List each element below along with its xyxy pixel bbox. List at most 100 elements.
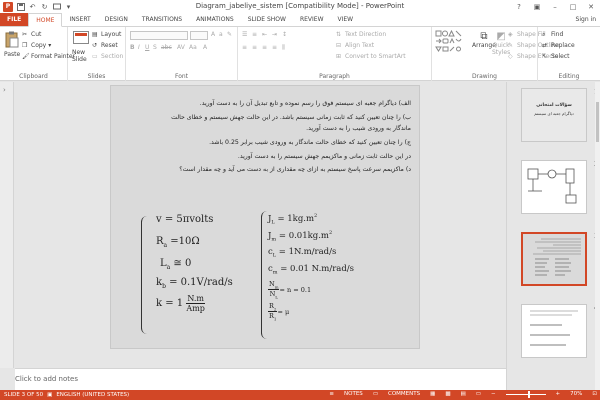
thumbnail-1-subtitle: دیاگرام جعبه ای سیستم <box>534 111 574 116</box>
powerpoint-logo-icon[interactable]: P <box>3 1 13 12</box>
align-right-icon[interactable]: ≡ <box>262 44 267 51</box>
font-name-box[interactable] <box>130 31 188 40</box>
font-group-label: Font <box>174 73 189 80</box>
effects-icon: ◇ <box>508 53 513 60</box>
change-case-icon[interactable]: Aa <box>189 44 197 51</box>
tab-view[interactable]: VIEW <box>331 13 361 26</box>
customize-qat-icon[interactable]: ▾ <box>64 2 73 11</box>
slide-text-line-3[interactable]: ماندگار به ورودی شیب را به دست آورید. <box>306 125 411 132</box>
thumbnail-slide-1[interactable]: سؤالات امتحانی دیاگرام جعبه ای سیستم <box>521 88 587 142</box>
underline-icon[interactable]: U <box>145 44 149 51</box>
left-parameter-brace <box>141 216 251 334</box>
tab-home[interactable]: HOME <box>28 13 63 27</box>
eq-jl: JL = 1kg.m2 <box>268 213 317 226</box>
tab-animations[interactable]: ANIMATIONS <box>189 13 241 26</box>
zoom-in-icon[interactable]: + <box>556 391 561 397</box>
maximize-button[interactable]: □ <box>564 0 582 13</box>
normal-view-icon[interactable]: ▦ <box>430 391 435 397</box>
numbering-icon[interactable]: ≡ <box>252 31 257 38</box>
align-text-button[interactable]: ⊟ Align Text <box>336 42 374 49</box>
slide-text-line-4[interactable]: ج) را چنان تعیین کنید که خطای حالت ماندگ… <box>209 139 411 146</box>
zoom-slider-thumb[interactable] <box>527 390 530 398</box>
thumbnails-scrollbar[interactable] <box>595 82 600 390</box>
sign-in-link[interactable]: Sign in <box>576 16 596 23</box>
reading-view-icon[interactable]: ▤ <box>461 391 466 397</box>
justify-icon[interactable]: ≡ <box>272 44 277 51</box>
start-slideshow-icon[interactable] <box>52 2 61 11</box>
help-icon[interactable]: ? <box>510 0 528 13</box>
current-slide[interactable]: الف) دیاگرام جعبه ای سیستم فوق را رسم نم… <box>110 85 420 349</box>
comments-toggle[interactable]: COMMENTS <box>388 391 420 397</box>
columns-icon[interactable]: ⫼ <box>282 44 285 52</box>
font-size-box[interactable] <box>190 31 208 40</box>
notes-pane[interactable]: Click to add notes <box>15 368 506 390</box>
layout-button[interactable]: ▤ Layout <box>92 31 121 38</box>
slide-text-line-1[interactable]: الف) دیاگرام جعبه ای سیستم فوق را رسم نم… <box>200 100 411 107</box>
char-spacing-icon[interactable]: AV <box>177 44 185 51</box>
thumbnail-slide-2[interactable] <box>521 160 587 214</box>
replace-button[interactable]: ⇄ Replace <box>542 42 575 49</box>
zoom-level[interactable]: 70% <box>570 391 582 397</box>
minimize-button[interactable]: – <box>546 0 564 13</box>
slide-sorter-icon[interactable]: ▩ <box>445 391 450 397</box>
tab-slide-show[interactable]: SLIDE SHOW <box>241 13 293 26</box>
paste-button[interactable]: Paste <box>4 51 20 58</box>
tab-file[interactable]: FILE <box>0 13 29 26</box>
notes-toggle[interactable]: NOTES <box>344 391 363 397</box>
decrease-indent-icon[interactable]: ⇤ <box>262 31 267 38</box>
find-button[interactable]: ⌕ Find <box>542 31 563 38</box>
slide-text-line-6[interactable]: د) ماکزیمم سرعت پاسخ سیستم به ازای چه مق… <box>179 166 411 173</box>
bullets-icon[interactable]: ☰ <box>242 31 247 38</box>
notes-placeholder[interactable]: Click to add notes <box>15 375 78 383</box>
thumbnails-scrollbar-thumb[interactable] <box>596 102 599 142</box>
zoom-slider[interactable] <box>505 390 546 398</box>
reset-button[interactable]: ↺ Reset <box>92 42 118 49</box>
shapes-gallery[interactable] <box>435 29 469 56</box>
fit-slide-icon[interactable]: ⊡ <box>592 391 597 397</box>
increase-indent-icon[interactable]: ⇥ <box>272 31 277 38</box>
shrink-font-icon[interactable]: a <box>219 31 223 38</box>
shadow-icon[interactable]: S <box>153 44 157 51</box>
tab-design[interactable]: DESIGN <box>98 13 135 26</box>
expand-pane-icon[interactable]: › <box>3 86 6 94</box>
new-slide-button[interactable]: New Slide <box>72 49 87 63</box>
eq-n-fraction: Nm NL <box>268 280 280 300</box>
cut-button[interactable]: ✂ Cut <box>22 31 41 38</box>
text-direction-button[interactable]: ⇅ Text Direction <box>336 31 386 38</box>
align-center-icon[interactable]: ≡ <box>252 44 257 51</box>
line-spacing-icon[interactable]: ↕ <box>282 31 287 38</box>
eq-k-lhs: k = 1 <box>156 298 184 309</box>
slide-text-line-2[interactable]: ب) را چنان تعیین کنید که ثابت زمانی سیست… <box>171 114 411 121</box>
paste-icon[interactable] <box>4 31 20 48</box>
layout-icon: ▤ <box>92 31 98 38</box>
save-icon[interactable] <box>16 2 25 11</box>
slideshow-view-icon[interactable]: ▭ <box>476 391 481 397</box>
redo-icon[interactable]: ↻ <box>40 2 49 11</box>
new-slide-icon[interactable] <box>73 31 89 47</box>
align-left-icon[interactable]: ≡ <box>242 44 247 51</box>
thumbnail-slide-3[interactable] <box>521 232 587 286</box>
tab-review[interactable]: REVIEW <box>293 13 331 26</box>
strikethrough-icon[interactable]: abc <box>161 44 172 51</box>
italic-icon[interactable]: I <box>138 44 140 51</box>
eq-kb: kb = 0.1V/rad/s <box>156 277 233 290</box>
font-color-icon[interactable]: A <box>203 44 207 51</box>
section-button[interactable]: ▭ Section <box>92 53 123 60</box>
slide-text-line-5[interactable]: در این حالت ثابت زمانی و ماکزیمم جهش سیس… <box>238 153 411 160</box>
copy-button[interactable]: ❐ Copy ▾ <box>22 42 51 49</box>
language-indicator[interactable]: ENGLISH (UNITED STATES) <box>56 392 129 398</box>
tab-insert[interactable]: INSERT <box>62 13 97 26</box>
tab-transitions[interactable]: TRANSITIONS <box>135 13 189 26</box>
spellcheck-icon[interactable]: ▣ <box>47 392 52 398</box>
thumbnail-slide-4[interactable] <box>521 304 587 358</box>
convert-smartart-button[interactable]: ⊞ Convert to SmartArt <box>336 53 406 60</box>
grow-font-icon[interactable]: A <box>211 31 215 38</box>
paint-bucket-icon: ◈ <box>508 31 513 38</box>
clear-format-icon[interactable]: ✎ <box>227 31 232 38</box>
close-button[interactable]: ✕ <box>582 0 600 13</box>
bold-icon[interactable]: B <box>130 44 135 51</box>
undo-icon[interactable]: ↶ <box>28 2 37 11</box>
zoom-out-icon[interactable]: − <box>491 391 496 397</box>
ribbon-display-icon[interactable]: ▣ <box>528 0 546 13</box>
select-button[interactable]: ↖ Select <box>542 53 570 60</box>
